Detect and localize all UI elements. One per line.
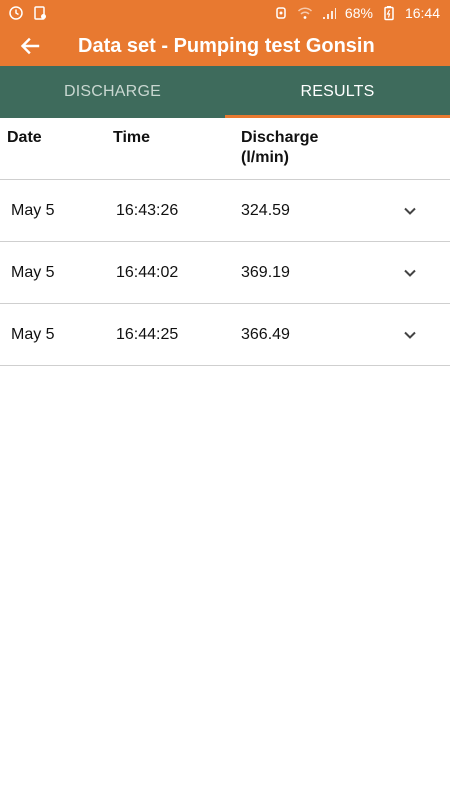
sim-icon <box>32 5 48 21</box>
table-row[interactable]: May 5 16:43:26 324.59 <box>0 180 450 242</box>
status-right: 68% 16:44 <box>273 5 440 21</box>
alarm-icon <box>273 5 289 21</box>
table-row[interactable]: May 5 16:44:25 366.49 <box>0 304 450 366</box>
chevron-down-icon[interactable] <box>402 203 418 219</box>
chevron-down-icon[interactable] <box>402 327 418 343</box>
wifi-icon <box>297 5 313 21</box>
status-left <box>8 5 48 21</box>
status-bar: 68% 16:44 <box>0 0 450 26</box>
row-discharge: 369.19 <box>241 264 290 281</box>
row-date: May 5 <box>11 264 55 281</box>
row-time: 16:44:25 <box>116 326 179 343</box>
battery-percent: 68% <box>344 5 373 21</box>
row-date: May 5 <box>11 202 55 219</box>
table-header: Date Time Discharge (l/min) <box>0 118 450 180</box>
battery-icon <box>381 5 397 21</box>
status-time: 16:44 <box>404 5 440 21</box>
table-row[interactable]: May 5 16:44:02 369.19 <box>0 242 450 304</box>
header-discharge-unit: (l/min) <box>241 149 289 166</box>
app-bar: Data set - Pumping test Gonsin <box>0 26 450 66</box>
results-table: Date Time Discharge (l/min) May 5 16:43:… <box>0 118 450 366</box>
tab-results[interactable]: RESULTS <box>225 66 450 118</box>
tab-bar: DISCHARGE RESULTS <box>0 66 450 118</box>
row-time: 16:44:02 <box>116 264 179 281</box>
header-discharge-label: Discharge <box>241 129 319 146</box>
header-time: Time <box>113 129 151 146</box>
clock-icon <box>8 5 24 21</box>
header-discharge: Discharge (l/min) <box>241 128 361 168</box>
back-button[interactable] <box>0 26 60 66</box>
row-time: 16:43:26 <box>116 202 179 219</box>
signal-icon <box>321 5 337 21</box>
page-title: Data set - Pumping test Gonsin <box>78 34 375 57</box>
row-discharge: 366.49 <box>241 326 290 343</box>
header-date: Date <box>7 129 42 146</box>
back-arrow-icon <box>20 37 40 55</box>
tab-discharge[interactable]: DISCHARGE <box>0 66 225 118</box>
row-date: May 5 <box>11 326 55 343</box>
chevron-down-icon[interactable] <box>402 265 418 281</box>
row-discharge: 324.59 <box>241 202 290 219</box>
